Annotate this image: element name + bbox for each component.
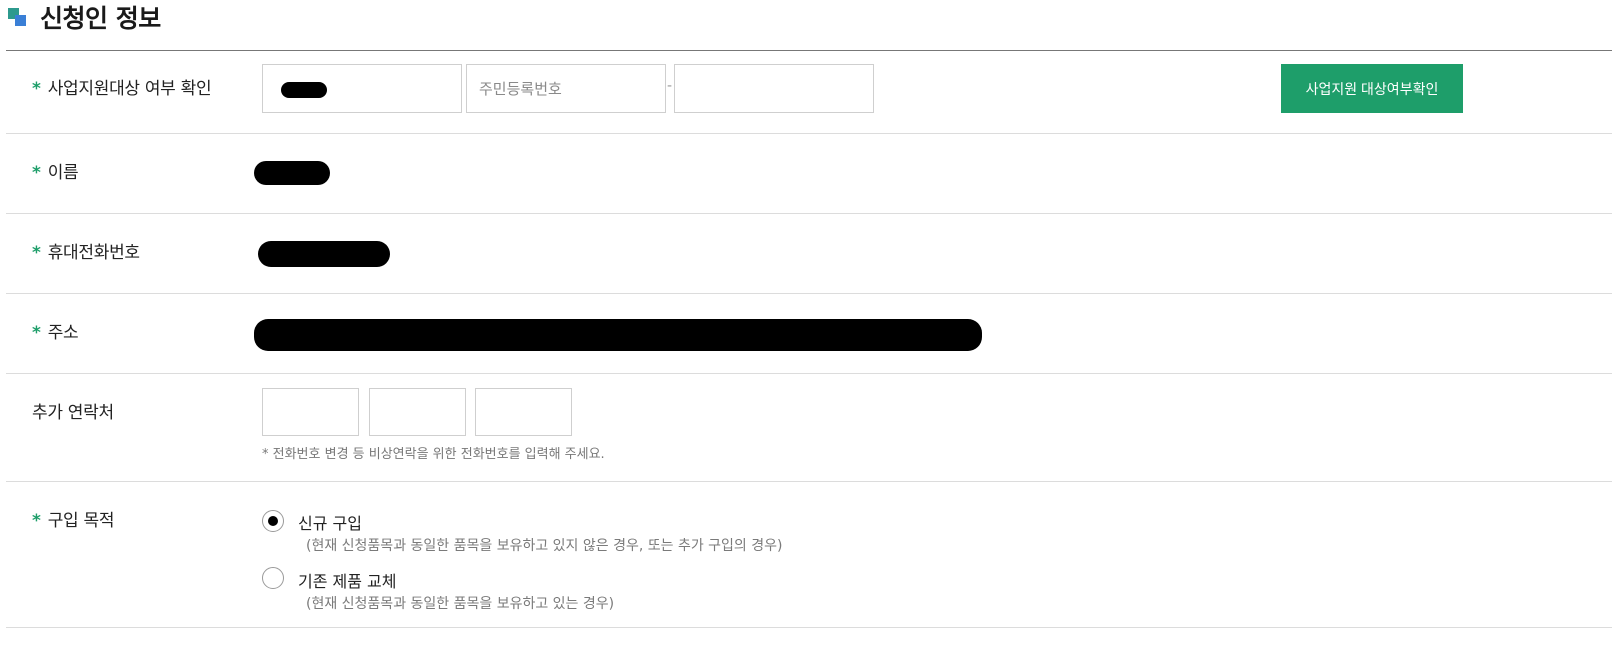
address-label: * 주소 xyxy=(32,323,79,343)
redacted-address-value xyxy=(254,319,982,351)
resident-number-dash: - xyxy=(667,78,673,94)
purpose-new-label[interactable]: 신규 구입 xyxy=(298,510,362,534)
purpose-label: * 구입 목적 xyxy=(32,511,115,531)
extra-contact-hint: * 전화번호 변경 등 비상연락을 위한 전화번호를 입력해 주세요. xyxy=(262,447,605,462)
purpose-replace-label[interactable]: 기존 제품 교체 xyxy=(298,568,397,592)
row-mobile: * 휴대전화번호 xyxy=(6,213,1612,294)
name-label: * 이름 xyxy=(32,163,79,183)
section-title-icon xyxy=(8,8,30,30)
redacted-name-value xyxy=(254,161,330,185)
redacted-name xyxy=(281,82,327,98)
required-mark: * xyxy=(32,243,41,263)
resident-number-placeholder: 주민등록번호 xyxy=(479,80,562,98)
eligibility-label: * 사업지원대상 여부 확인 xyxy=(32,79,212,99)
eligibility-name-field[interactable] xyxy=(262,64,462,113)
row-name: * 이름 xyxy=(6,133,1612,214)
extra-contact-label: 추가 연락처 xyxy=(32,403,114,423)
mobile-label: * 휴대전화번호 xyxy=(32,243,140,263)
required-mark: * xyxy=(32,323,41,343)
extra-contact-part1-field[interactable] xyxy=(262,388,359,436)
eligibility-check-button[interactable]: 사업지원 대상여부확인 xyxy=(1281,64,1463,113)
extra-contact-part3-field[interactable] xyxy=(475,388,572,436)
section-header: 신청인 정보 xyxy=(6,0,1612,51)
purpose-replace-radio[interactable] xyxy=(262,567,284,589)
row-eligibility: * 사업지원대상 여부 확인 주민등록번호 - 사업지원 대상여부확인 xyxy=(6,50,1612,134)
required-mark: * xyxy=(32,511,41,531)
purpose-new-radio[interactable] xyxy=(262,510,284,532)
extra-contact-part2-field[interactable] xyxy=(369,388,466,436)
row-extra-contact: 추가 연락처 * 전화번호 변경 등 비상연락을 위한 전화번호를 입력해 주세… xyxy=(6,373,1612,482)
required-mark: * xyxy=(32,79,41,99)
radio-selected-dot xyxy=(268,516,278,526)
resident-number-back-field[interactable] xyxy=(674,64,874,113)
section-title: 신청인 정보 xyxy=(40,4,161,33)
row-purpose: * 구입 목적 신규 구입 (현재 신청품목과 동일한 품목을 보유하고 있지 … xyxy=(6,481,1612,628)
purpose-replace-desc: (현재 신청품목과 동일한 품목을 보유하고 있는 경우) xyxy=(306,596,615,612)
row-address: * 주소 xyxy=(6,293,1612,374)
resident-number-front-field[interactable]: 주민등록번호 xyxy=(466,64,666,113)
purpose-new-desc: (현재 신청품목과 동일한 품목을 보유하고 있지 않은 경우, 또는 추가 구… xyxy=(306,538,783,554)
required-mark: * xyxy=(32,163,41,183)
redacted-mobile-value xyxy=(258,241,390,267)
